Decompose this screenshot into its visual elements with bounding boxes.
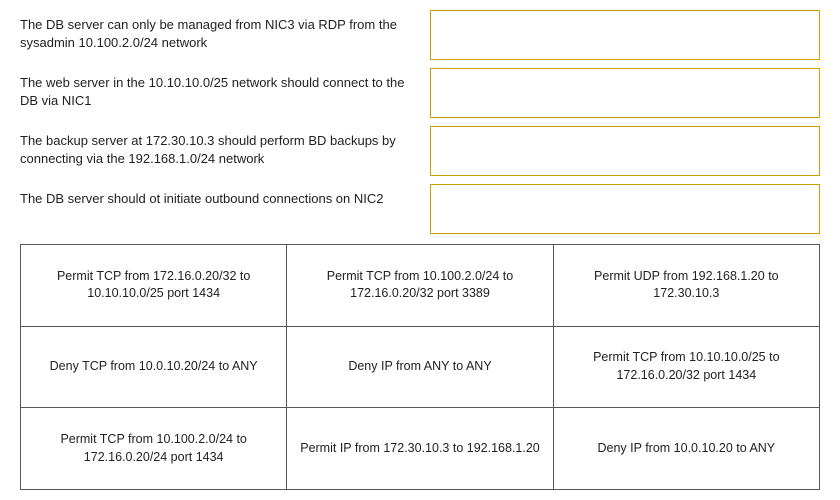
option-9[interactable]: Deny IP from 10.0.10.20 to ANY [554, 408, 820, 490]
option-7[interactable]: Permit TCP from 10.100.2.0/24 to 172.16.… [21, 408, 287, 490]
option-8[interactable]: Permit IP from 172.30.10.3 to 192.168.1.… [287, 408, 553, 490]
option-3[interactable]: Permit UDP from 192.168.1.20 to 172.30.1… [554, 245, 820, 327]
main-container: The DB server can only be managed from N… [0, 0, 840, 500]
answer-box-3[interactable] [430, 126, 820, 176]
answer-box-2[interactable] [430, 68, 820, 118]
option-6[interactable]: Permit TCP from 10.10.10.0/25 to 172.16.… [554, 327, 820, 409]
question-1: The DB server can only be managed from N… [20, 10, 410, 60]
option-5[interactable]: Deny IP from ANY to ANY [287, 327, 553, 409]
questions-section: The DB server can only be managed from N… [20, 10, 820, 234]
answer-box-1[interactable] [430, 10, 820, 60]
option-4[interactable]: Deny TCP from 10.0.10.20/24 to ANY [21, 327, 287, 409]
option-2[interactable]: Permit TCP from 10.100.2.0/24 to 172.16.… [287, 245, 553, 327]
question-4: The DB server should ot initiate outboun… [20, 184, 410, 234]
option-1[interactable]: Permit TCP from 172.16.0.20/32 to 10.10.… [21, 245, 287, 327]
options-grid: Permit TCP from 172.16.0.20/32 to 10.10.… [20, 244, 820, 490]
answer-box-4[interactable] [430, 184, 820, 234]
question-3: The backup server at 172.30.10.3 should … [20, 126, 410, 176]
question-2: The web server in the 10.10.10.0/25 netw… [20, 68, 410, 118]
